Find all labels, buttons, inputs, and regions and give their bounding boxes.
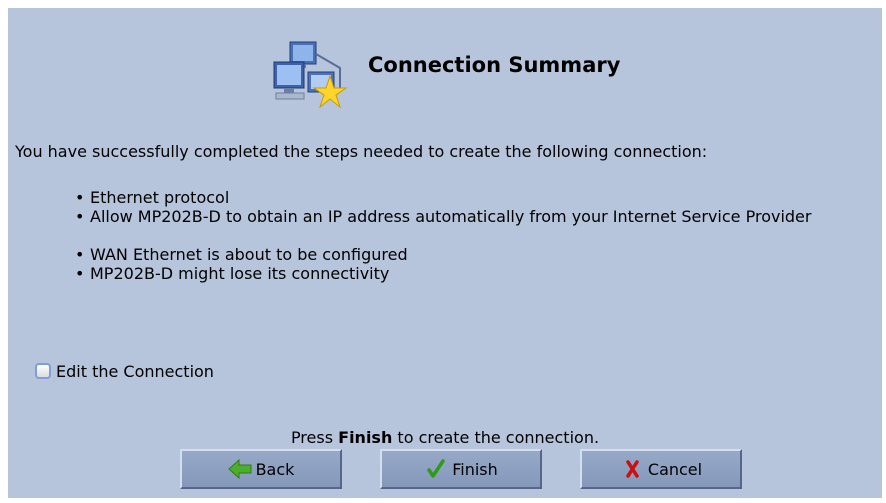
checkmark-icon (424, 459, 448, 479)
finish-label: Finish (452, 459, 498, 479)
edit-connection-checkbox[interactable] (35, 363, 51, 379)
bullet: • (75, 264, 85, 283)
intro-text: You have successfully completed the step… (15, 142, 708, 161)
finish-button[interactable]: Finish (380, 449, 542, 489)
page-title: Connection Summary (368, 53, 621, 77)
header: Connection Summary (8, 38, 882, 108)
list-item-text: WAN Ethernet is about to be configured (90, 245, 408, 264)
cancel-button[interactable]: Cancel (580, 449, 742, 489)
list-item: • Ethernet protocol (8, 188, 880, 207)
bullet: • (75, 207, 85, 226)
finish-instruction-bold: Finish (338, 428, 393, 447)
back-button[interactable]: Back (180, 449, 342, 489)
bullet: • (75, 245, 85, 264)
cancel-label: Cancel (647, 459, 703, 479)
bullet: • (75, 188, 85, 207)
list-item-text: Allow MP202B-D to obtain an IP address a… (90, 207, 812, 226)
finish-instruction-suffix: to create the connection. (392, 428, 600, 447)
edit-connection-option[interactable]: Edit the Connection (35, 360, 214, 382)
edit-connection-label[interactable]: Edit the Connection (56, 362, 214, 381)
list-item-text: Ethernet protocol (90, 188, 230, 207)
connection-summary-panel: Connection Summary You have successfully… (8, 8, 882, 498)
network-computers-star-icon (273, 41, 348, 108)
arrow-left-icon (227, 458, 252, 480)
back-label: Back (255, 459, 295, 479)
list-item: • MP202B-D might lose its connectivity (8, 264, 880, 283)
list-item: • WAN Ethernet is about to be configured (8, 245, 880, 264)
finish-instruction: Press Finish to create the connection. (8, 428, 882, 447)
list-item-text: MP202B-D might lose its connectivity (90, 264, 390, 283)
x-icon (620, 459, 644, 479)
list-item: • Allow MP202B-D to obtain an IP address… (8, 207, 880, 245)
wizard-buttons: Back Finish Cancel (180, 449, 742, 493)
finish-instruction-prefix: Press (290, 428, 339, 447)
connection-details-list: • Ethernet protocol • Allow MP202B-D to … (8, 188, 882, 283)
